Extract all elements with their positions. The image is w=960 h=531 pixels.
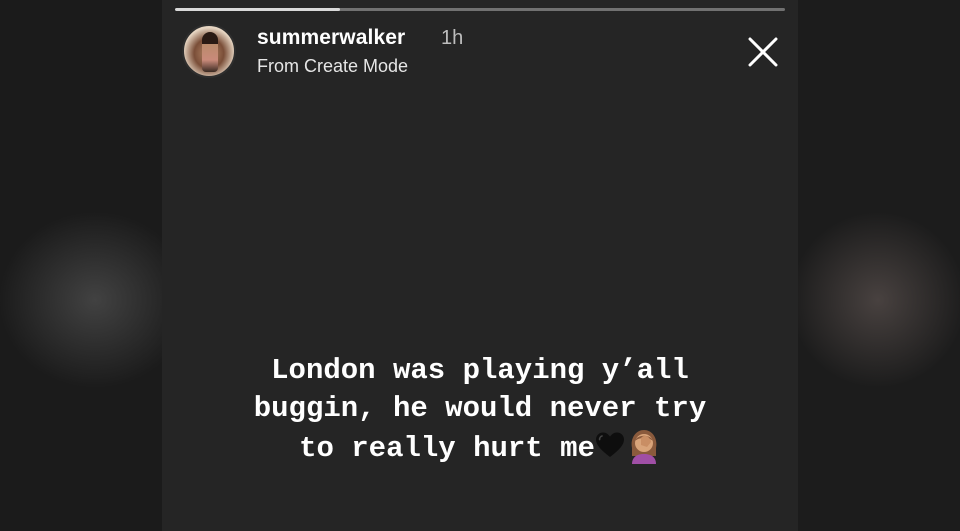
facepalm-woman-icon <box>631 430 657 464</box>
previous-story-blur[interactable] <box>0 0 162 531</box>
story-caption: London was playing y’all buggin, he woul… <box>162 352 798 468</box>
caption-line-last: to really hurt me <box>162 428 798 468</box>
story-viewer: summerwalker 1h From Create Mode London … <box>0 0 960 531</box>
username-link[interactable]: summerwalker <box>257 26 405 50</box>
black-heart-icon <box>595 432 624 457</box>
post-time: 1h <box>441 27 464 49</box>
avatar-photo <box>202 32 218 72</box>
caption-line: London was playing y’all <box>271 354 689 387</box>
avatar[interactable] <box>182 24 236 78</box>
next-story-blur[interactable] <box>798 0 960 531</box>
story-card[interactable]: summerwalker 1h From Create Mode London … <box>162 0 798 531</box>
caption-line-text: to really hurt me <box>299 432 595 465</box>
story-progress-fill <box>175 8 340 11</box>
caption-line: buggin, he would never try <box>253 392 707 425</box>
story-source-label: From Create Mode <box>257 56 409 76</box>
close-icon[interactable] <box>745 34 781 70</box>
story-progress-bar <box>175 8 785 11</box>
